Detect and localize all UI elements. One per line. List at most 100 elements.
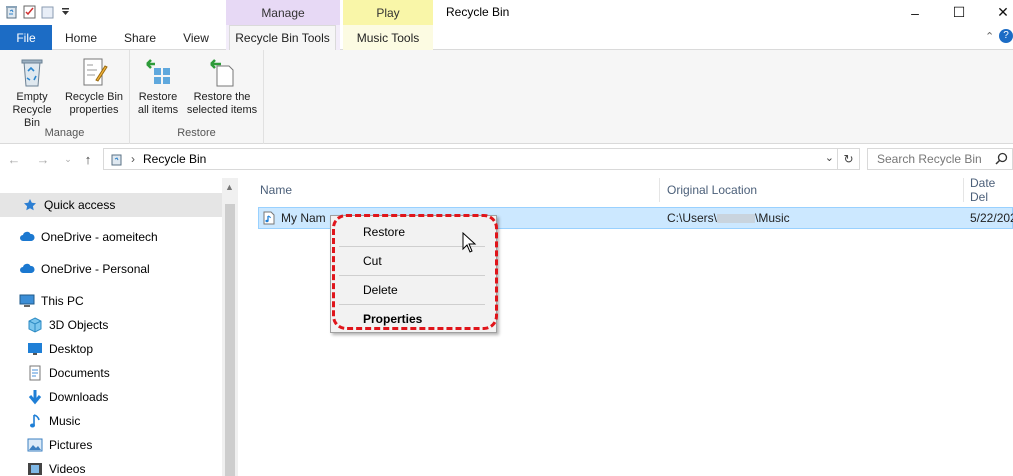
search-input[interactable]: Search Recycle Bin <box>867 148 1013 170</box>
nav-downloads[interactable]: Downloads <box>0 385 222 409</box>
nav-videos[interactable]: Videos <box>0 457 222 476</box>
restore-all-line1: Restore <box>138 91 178 103</box>
refresh-icon[interactable]: ↻ <box>838 148 860 170</box>
restore-sel-line1: Restore the <box>193 91 251 103</box>
recent-locations-chevron-icon[interactable]: ⌄ <box>60 151 76 167</box>
scroll-up-icon[interactable]: ▲ <box>225 182 234 192</box>
cloud-icon <box>19 229 35 245</box>
nav-label: Quick access <box>44 198 116 212</box>
column-original-location[interactable]: Original Location <box>667 178 757 202</box>
tab-music-tools[interactable]: Music Tools <box>343 25 433 50</box>
location-suffix: \Music <box>755 211 790 225</box>
audio-file-icon <box>263 211 275 228</box>
empty-recycle-bin-icon <box>21 59 43 87</box>
quick-access-toolbar <box>4 4 72 19</box>
nav-music[interactable]: Music <box>0 409 222 433</box>
column-divider[interactable] <box>659 178 660 202</box>
tab-recycle-bin-tools[interactable]: Recycle Bin Tools <box>229 25 336 51</box>
nav-desktop[interactable]: Desktop <box>0 337 222 361</box>
column-divider[interactable] <box>963 178 964 202</box>
nav-scroll-thumb[interactable] <box>225 204 235 476</box>
nav-label: Downloads <box>49 390 109 404</box>
ribbon: Empty Recycle Bin Recycle Bin properties… <box>0 50 1013 144</box>
up-arrow-icon[interactable]: ↑ <box>80 151 96 167</box>
restore-selected-items-button[interactable]: Restore the selected items <box>182 56 262 117</box>
restore-all-items-button[interactable]: Restore all items <box>136 56 180 117</box>
pictures-icon <box>27 437 43 453</box>
nav-this-pc[interactable]: This PC <box>0 289 222 313</box>
properties-quick-icon[interactable] <box>22 4 36 19</box>
tab-file[interactable]: File <box>0 25 52 50</box>
desktop-icon <box>27 341 43 357</box>
restore-all-line2: all items <box>137 104 179 116</box>
collapse-ribbon-icon[interactable]: ⌃ <box>985 30 994 43</box>
properties-icon <box>83 58 108 86</box>
nav-onedrive-aomeitech[interactable]: OneDrive - aomeitech <box>0 225 222 249</box>
restore-group: Restore all items Restore the selected i… <box>130 50 264 144</box>
videos-icon <box>27 461 43 476</box>
ribbon-tabs: File Home Share View Recycle Bin Tools M… <box>0 25 1013 51</box>
file-name: My Nam <box>281 211 326 225</box>
recycle-bin-properties-button[interactable]: Recycle Bin properties <box>63 56 125 117</box>
address-dropdown-icon[interactable]: ⌄ <box>825 151 834 164</box>
customize-toolbar-icon[interactable] <box>58 4 72 19</box>
recycle-bin-icon <box>4 4 18 19</box>
menu-item-properties[interactable]: Properties <box>331 307 496 331</box>
empty-recycle-bin-button[interactable]: Empty Recycle Bin <box>4 56 60 130</box>
nav-label: This PC <box>41 294 84 308</box>
column-date-deleted[interactable]: Date Del <box>970 176 1013 204</box>
documents-icon <box>27 365 43 381</box>
manage-group-label: Manage <box>44 127 85 139</box>
cube-icon <box>27 317 43 333</box>
nav-quick-access[interactable]: Quick access <box>0 193 222 217</box>
restore-all-icon <box>146 59 170 84</box>
navigation-pane: Quick access OneDrive - aomeitech OneDri… <box>0 178 238 476</box>
restore-group-label: Restore <box>177 127 216 139</box>
props-line1: Recycle Bin <box>64 91 124 103</box>
mouse-pointer-icon <box>462 232 477 253</box>
nav-label: Videos <box>49 462 86 476</box>
minimize-button[interactable]: – <box>893 0 937 25</box>
play-context-header: Play <box>343 0 433 25</box>
download-icon <box>27 389 43 405</box>
maximize-button[interactable]: ☐ <box>937 0 981 25</box>
nav-pictures[interactable]: Pictures <box>0 433 222 457</box>
computer-icon <box>19 293 35 309</box>
recycle-bin-small-icon <box>110 153 123 166</box>
nav-label: Pictures <box>49 438 93 452</box>
nav-3d-objects[interactable]: 3D Objects <box>0 313 222 337</box>
nav-documents[interactable]: Documents <box>0 361 222 385</box>
cloud-icon <box>19 261 35 277</box>
tab-home[interactable]: Home <box>57 25 105 50</box>
manage-context-header: Manage <box>226 0 340 25</box>
window-title: Recycle Bin <box>446 5 510 19</box>
tab-view[interactable]: View <box>172 25 220 50</box>
column-name[interactable]: Name <box>260 178 292 202</box>
file-date-deleted: 5/22/202 <box>970 211 1013 225</box>
back-arrow-icon[interactable]: ← <box>6 151 22 167</box>
props-line2: properties <box>69 104 119 116</box>
menu-separator <box>339 304 485 305</box>
nav-label: OneDrive - aomeitech <box>41 230 158 244</box>
nav-scrollbar[interactable]: ▲ <box>222 178 238 476</box>
address-bar[interactable]: › Recycle Bin ⌄ <box>103 148 838 170</box>
nav-label: Music <box>49 414 81 428</box>
help-icon[interactable]: ? <box>999 29 1013 43</box>
breadcrumb-separator: › <box>131 152 135 166</box>
breadcrumb-recycle-bin[interactable]: Recycle Bin <box>143 152 206 166</box>
empty-line1: Empty <box>16 91 48 103</box>
nav-label: Documents <box>49 366 110 380</box>
nav-onedrive-personal[interactable]: OneDrive - Personal <box>0 257 222 281</box>
search-placeholder: Search Recycle Bin <box>877 152 982 166</box>
tab-share[interactable]: Share <box>115 25 165 50</box>
search-icon[interactable] <box>995 152 1008 168</box>
forward-arrow-icon[interactable]: → <box>35 151 51 167</box>
close-button[interactable]: ✕ <box>981 0 1013 25</box>
menu-item-delete[interactable]: Delete <box>331 278 496 302</box>
nav-label: Desktop <box>49 342 94 356</box>
nav-label: OneDrive - Personal <box>41 262 150 276</box>
location-prefix: C:\Users\ <box>667 211 718 225</box>
title-bar: Manage Play Recycle Bin – ☐ ✕ <box>0 0 1013 25</box>
new-folder-quick-icon[interactable] <box>40 4 54 19</box>
star-icon <box>22 197 38 213</box>
